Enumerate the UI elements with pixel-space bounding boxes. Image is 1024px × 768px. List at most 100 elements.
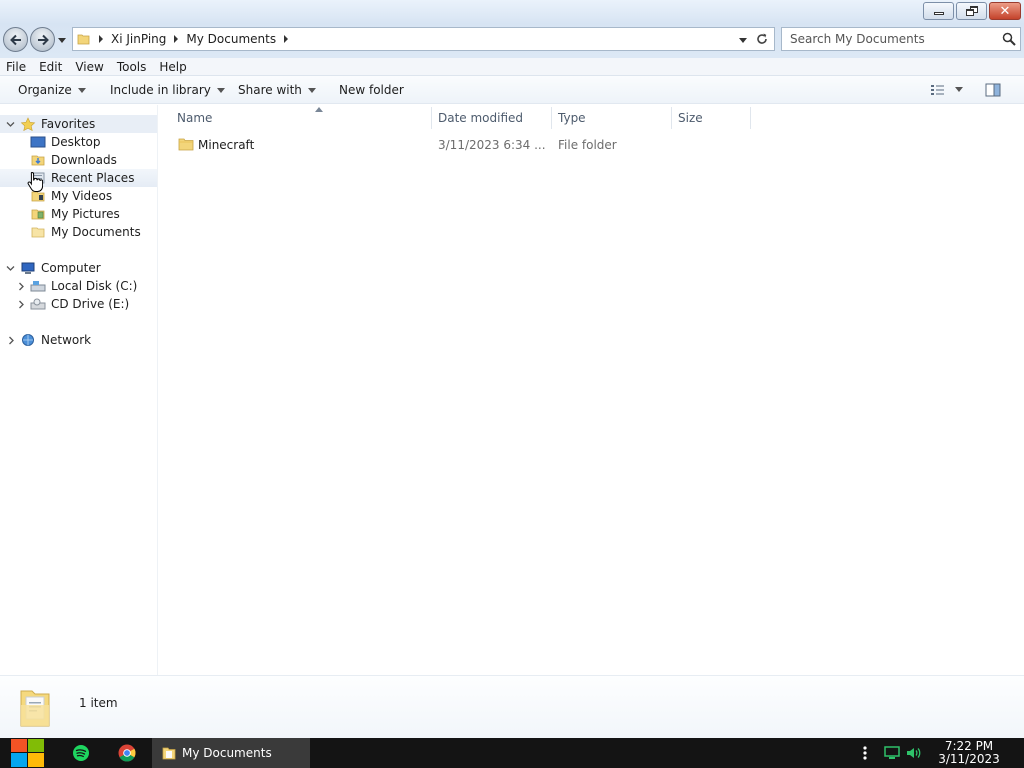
desktop-icon [30,136,46,148]
include-in-library-button[interactable]: Include in library [110,83,225,97]
column-header-size[interactable]: Size [678,107,750,129]
file-name: Minecraft [198,138,255,152]
computer-label: Computer [41,261,101,275]
column-size-label: Size [678,111,703,125]
tree-favorites[interactable]: Favorites [0,115,157,133]
network-label: Network [41,333,92,347]
include-in-library-label: Include in library [110,83,211,97]
column-header-date-modified[interactable]: Date modified [438,107,550,129]
change-view-icon[interactable] [930,83,946,97]
tree-computer[interactable]: Computer [0,259,157,277]
details-pane: 1 item [0,675,1024,738]
menu-view[interactable]: View [69,59,108,75]
tree-recent-places[interactable]: Recent Places [0,169,157,187]
hand-cursor-icon [27,171,43,192]
column-divider[interactable] [671,107,672,129]
sort-up-icon [315,107,323,112]
refresh-icon[interactable] [755,32,769,46]
new-folder-label: New folder [339,83,404,97]
breadcrumb-user-folder[interactable]: Xi JinPing [111,32,166,46]
window-controls: ✕ [921,2,1021,20]
minimize-button[interactable] [923,2,954,20]
column-divider[interactable] [431,107,432,129]
menu-file[interactable]: File [0,59,31,75]
column-header-type[interactable]: Type [558,107,670,129]
column-divider[interactable] [551,107,552,129]
share-with-label: Share with [238,83,302,97]
network-icon [22,334,34,346]
cd-drive-icon [30,298,46,310]
downloads-icon [31,155,45,166]
organize-label: Organize [18,83,72,97]
breadcrumb-separator-icon[interactable] [97,35,105,43]
menu-bar: File Edit View Tools Help [0,58,1024,76]
favorites-label: Favorites [41,117,96,131]
back-arrow-icon [9,34,21,45]
organize-button[interactable]: Organize [18,83,86,97]
chevron-right-icon[interactable] [17,282,26,291]
computer-icon [21,262,35,274]
search-input[interactable] [790,31,990,47]
file-list: Name Date modified Type Size Minecraft 3… [158,105,1024,675]
command-bar: Organize Include in library Share with N… [0,76,1024,104]
chevron-down-icon[interactable] [6,120,15,129]
taskbar-clock[interactable]: 7:22 PM 3/11/2023 [934,740,1004,766]
tray-overflow-icon[interactable] [861,745,869,761]
column-header-name[interactable]: Name [177,107,432,129]
taskbar-task-label: My Documents [182,746,272,760]
chevron-right-icon[interactable] [7,336,16,345]
search-box [781,27,1021,51]
windows-start-icon[interactable] [8,738,46,768]
tree-my-documents[interactable]: My Documents [0,223,157,241]
column-type-label: Type [558,111,586,125]
chevron-down-icon[interactable] [6,264,15,273]
breadcrumb-separator-icon[interactable] [282,35,290,43]
close-button[interactable]: ✕ [989,2,1021,20]
tree-cd-drive[interactable]: CD Drive (E:) [0,295,157,313]
tree-network[interactable]: Network [0,331,157,349]
column-divider[interactable] [750,107,751,129]
folder-icon [178,138,194,151]
preview-pane-icon[interactable] [985,83,1001,97]
address-bar[interactable]: Xi JinPing My Documents [72,27,775,51]
taskbar-my-documents-button[interactable]: My Documents [152,738,310,768]
recent-pages-dropdown-icon[interactable] [57,36,67,44]
address-history-dropdown-icon[interactable] [738,36,748,44]
network-status-icon[interactable] [883,746,901,760]
menu-edit[interactable]: Edit [33,59,67,75]
restore-icon [965,6,978,16]
tree-my-documents-label: My Documents [51,225,141,239]
new-folder-button[interactable]: New folder [339,83,404,97]
hard-drive-icon [30,281,46,292]
file-row[interactable]: Minecraft 3/11/2023 6:34 ... File folder [172,135,617,155]
tree-my-videos[interactable]: My Videos [0,187,157,205]
forward-arrow-icon [37,34,49,45]
menu-help[interactable]: Help [153,59,191,75]
spotify-icon[interactable] [71,743,91,763]
tree-my-pictures[interactable]: My Pictures [0,205,157,223]
forward-button[interactable] [30,27,55,52]
column-name-label: Name [177,111,213,125]
chrome-icon[interactable] [117,743,137,763]
tree-local-disk[interactable]: Local Disk (C:) [0,277,157,295]
documents-folder-icon [20,690,50,727]
menu-tools[interactable]: Tools [111,59,152,75]
tree-downloads[interactable]: Downloads [0,151,157,169]
folder-icon [77,34,90,45]
tree-downloads-label: Downloads [51,153,117,167]
search-icon[interactable] [1002,32,1016,46]
breadcrumb-my-documents[interactable]: My Documents [186,32,276,46]
breadcrumb-separator-icon[interactable] [172,35,180,43]
back-button[interactable] [3,27,28,52]
tree-my-videos-label: My Videos [51,189,113,203]
documents-icon [162,747,176,760]
chevron-right-icon[interactable] [17,300,26,309]
volume-icon[interactable] [906,746,922,760]
share-with-button[interactable]: Share with [238,83,316,97]
chevron-down-icon [307,87,316,93]
chevron-down-icon [77,87,86,93]
restore-button[interactable] [956,2,987,20]
tree-desktop[interactable]: Desktop [0,133,157,151]
file-date-modified: 3/11/2023 6:34 ... [438,138,546,152]
view-options-dropdown-icon[interactable] [955,87,963,92]
